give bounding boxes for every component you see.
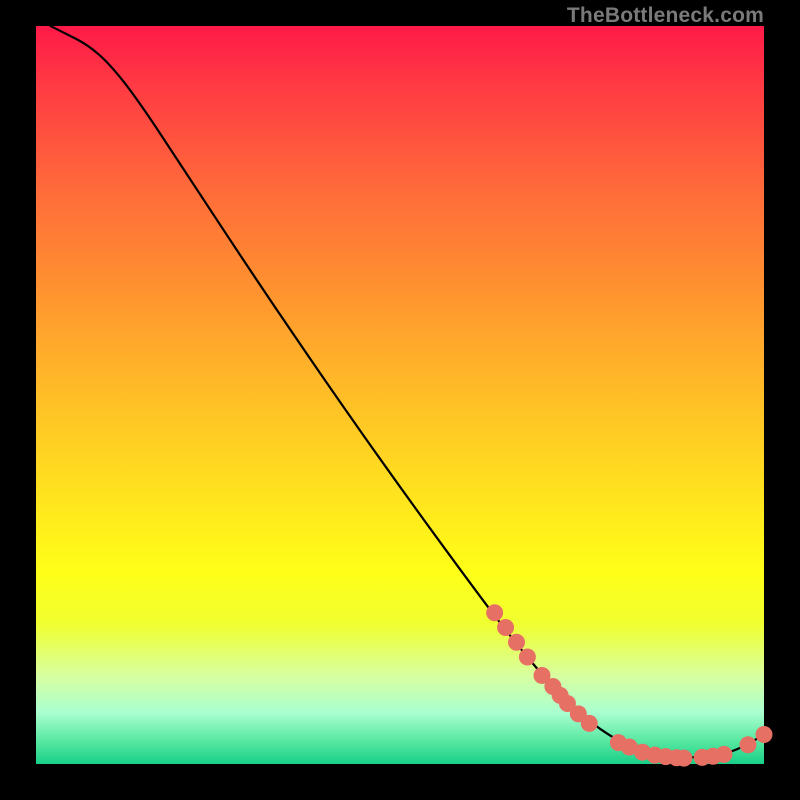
data-marker <box>497 619 514 636</box>
data-marker <box>739 736 756 753</box>
chart-frame: TheBottleneck.com <box>0 0 800 800</box>
data-marker <box>508 634 525 651</box>
plot-area <box>36 26 764 764</box>
attribution-label: TheBottleneck.com <box>567 4 764 28</box>
chart-svg <box>36 26 764 764</box>
data-marker <box>675 750 692 767</box>
data-marker <box>715 746 732 763</box>
data-marker <box>486 604 503 621</box>
bottleneck-curve <box>51 26 764 757</box>
data-marker <box>519 648 536 665</box>
data-marker <box>581 715 598 732</box>
data-marker <box>756 726 773 743</box>
data-markers <box>486 604 772 766</box>
